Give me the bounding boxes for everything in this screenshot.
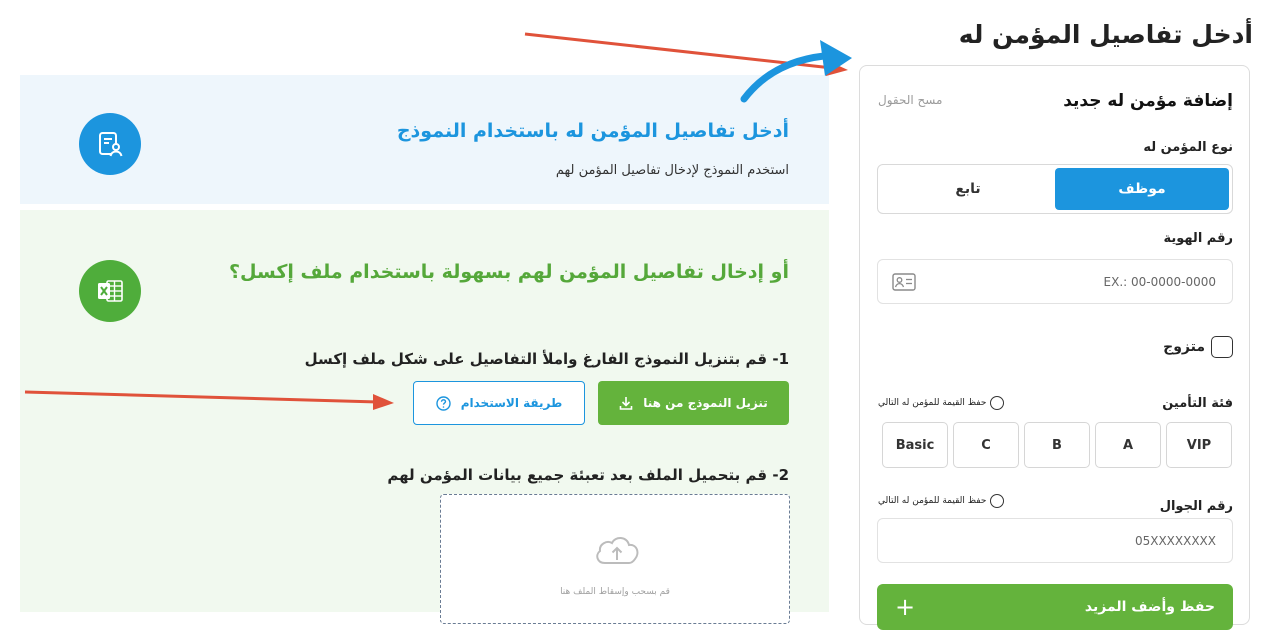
mobile-label: رقم الجوال	[1159, 499, 1233, 514]
template-heading: أدخل تفاصيل المؤمن له باستخدام النموذج	[396, 120, 789, 142]
file-dropzone[interactable]: قم بسحب وإسقاط الملف هنا	[440, 494, 790, 624]
red-arrow-top-line	[524, 32, 833, 70]
step2-text: 2- قم بتحميل الملف بعد تعبئة جميع بيانات…	[387, 466, 789, 484]
insured-form-panel: إضافة مؤمن له جديد مسح الحقول نوع المؤمن…	[859, 65, 1250, 630]
help-circle-icon	[436, 395, 451, 411]
save-mobile-label: حفظ القيمة للمؤمن له التالي	[878, 496, 987, 506]
married-label: متزوج	[1163, 339, 1205, 355]
how-to-use-label: طريقة الاستخدام	[460, 396, 563, 410]
clear-fields-link[interactable]: مسح الحقول	[878, 93, 942, 107]
step1-text: 1- قم بتنزيل النموذج الفارغ واملأ التفاص…	[304, 350, 789, 368]
excel-upload-panel: أو إدخال تفاصيل المؤمن لهم بسهولة باستخد…	[20, 210, 829, 624]
mobile-field	[877, 518, 1233, 563]
tier-b[interactable]: B	[1024, 422, 1090, 468]
cloud-upload-icon	[591, 533, 643, 571]
save-and-add-more-label: حفظ وأضف المزيد	[1084, 599, 1215, 615]
download-template-button[interactable]: تنزيل النموذج من هنا	[598, 381, 789, 425]
download-icon	[619, 396, 633, 410]
page-title: أدخل تفاصيل المؤمن له	[958, 20, 1253, 49]
tier-basic[interactable]: Basic	[882, 422, 948, 468]
id-card-icon	[892, 272, 916, 291]
type-option-employee[interactable]: موظف	[1055, 168, 1229, 210]
id-number-input[interactable]	[916, 273, 1218, 290]
form-title: إضافة مؤمن له جديد	[1063, 91, 1233, 111]
excel-heading: أو إدخال تفاصيل المؤمن لهم بسهولة باستخد…	[229, 261, 789, 283]
married-checkbox-row: متزوج	[1163, 336, 1233, 358]
download-template-label: تنزيل النموذج من هنا	[643, 396, 768, 410]
dropzone-text: قم بسحب وإسقاط الملف هنا	[560, 587, 670, 597]
tier-c[interactable]: C	[953, 422, 1019, 468]
template-entry-panel: أدخل تفاصيل المؤمن له باستخدام النموذج ا…	[20, 75, 829, 204]
save-class-checkbox[interactable]	[990, 396, 1005, 410]
insurance-class-options: VIP A B C Basic	[882, 422, 1232, 468]
template-subtext: استخدم النموذج لإدخال تفاصيل المؤمن لهم	[555, 163, 789, 178]
insured-type-label: نوع المؤمن له	[1143, 140, 1233, 155]
insured-type-toggle: موظف تابع	[877, 164, 1233, 214]
user-document-icon	[79, 113, 141, 175]
type-option-dependent[interactable]: تابع	[881, 168, 1055, 210]
excel-icon	[79, 260, 141, 322]
id-number-label: رقم الهوية	[1163, 231, 1233, 246]
save-mobile-checkbox[interactable]	[990, 494, 1005, 508]
id-number-field	[877, 259, 1233, 304]
blue-curved-arrow-head	[820, 40, 852, 76]
tier-vip[interactable]: VIP	[1166, 422, 1232, 468]
save-and-add-more-button[interactable]: حفظ وأضف المزيد +	[877, 584, 1233, 630]
save-class-for-next: حفظ القيمة للمؤمن له التالي	[878, 396, 1005, 410]
married-checkbox[interactable]	[1211, 336, 1233, 358]
save-class-label: حفظ القيمة للمؤمن له التالي	[878, 398, 987, 408]
insurance-class-label: فئة التأمين	[1162, 396, 1233, 411]
mobile-input[interactable]	[892, 532, 1218, 549]
how-to-use-button[interactable]: طريقة الاستخدام	[413, 381, 585, 425]
save-mobile-for-next: حفظ القيمة للمؤمن له التالي	[878, 494, 1005, 508]
red-arrow-top-head	[826, 60, 848, 76]
plus-icon: +	[895, 593, 916, 621]
tier-a[interactable]: A	[1095, 422, 1161, 468]
